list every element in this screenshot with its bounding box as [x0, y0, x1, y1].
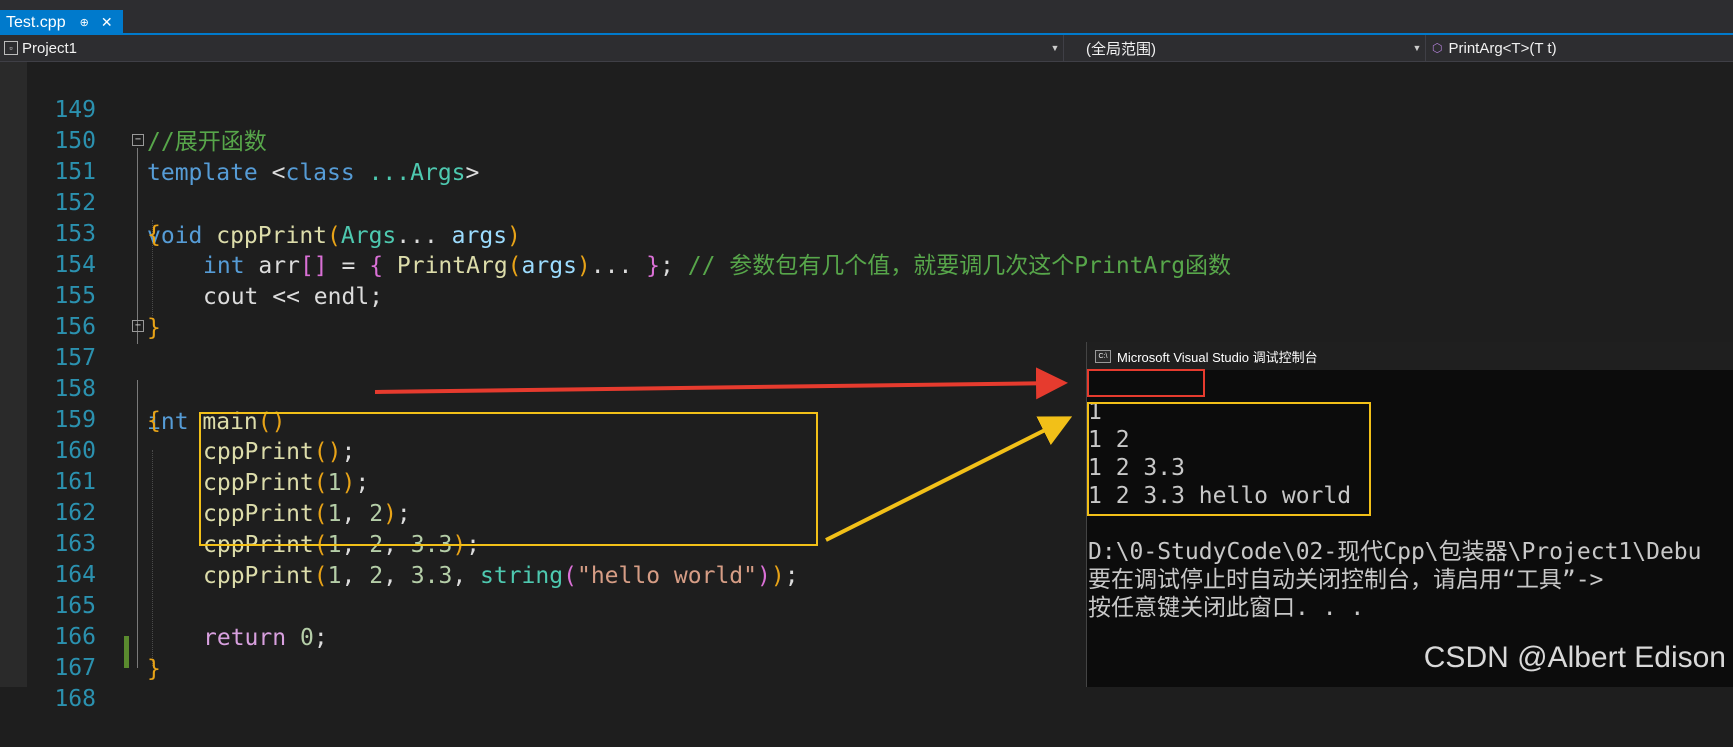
line-number: 168 — [54, 686, 96, 712]
annotation-arrows — [374, 367, 1073, 542]
red-arrow — [374, 367, 1068, 400]
yellow-arrow — [825, 416, 1073, 542]
